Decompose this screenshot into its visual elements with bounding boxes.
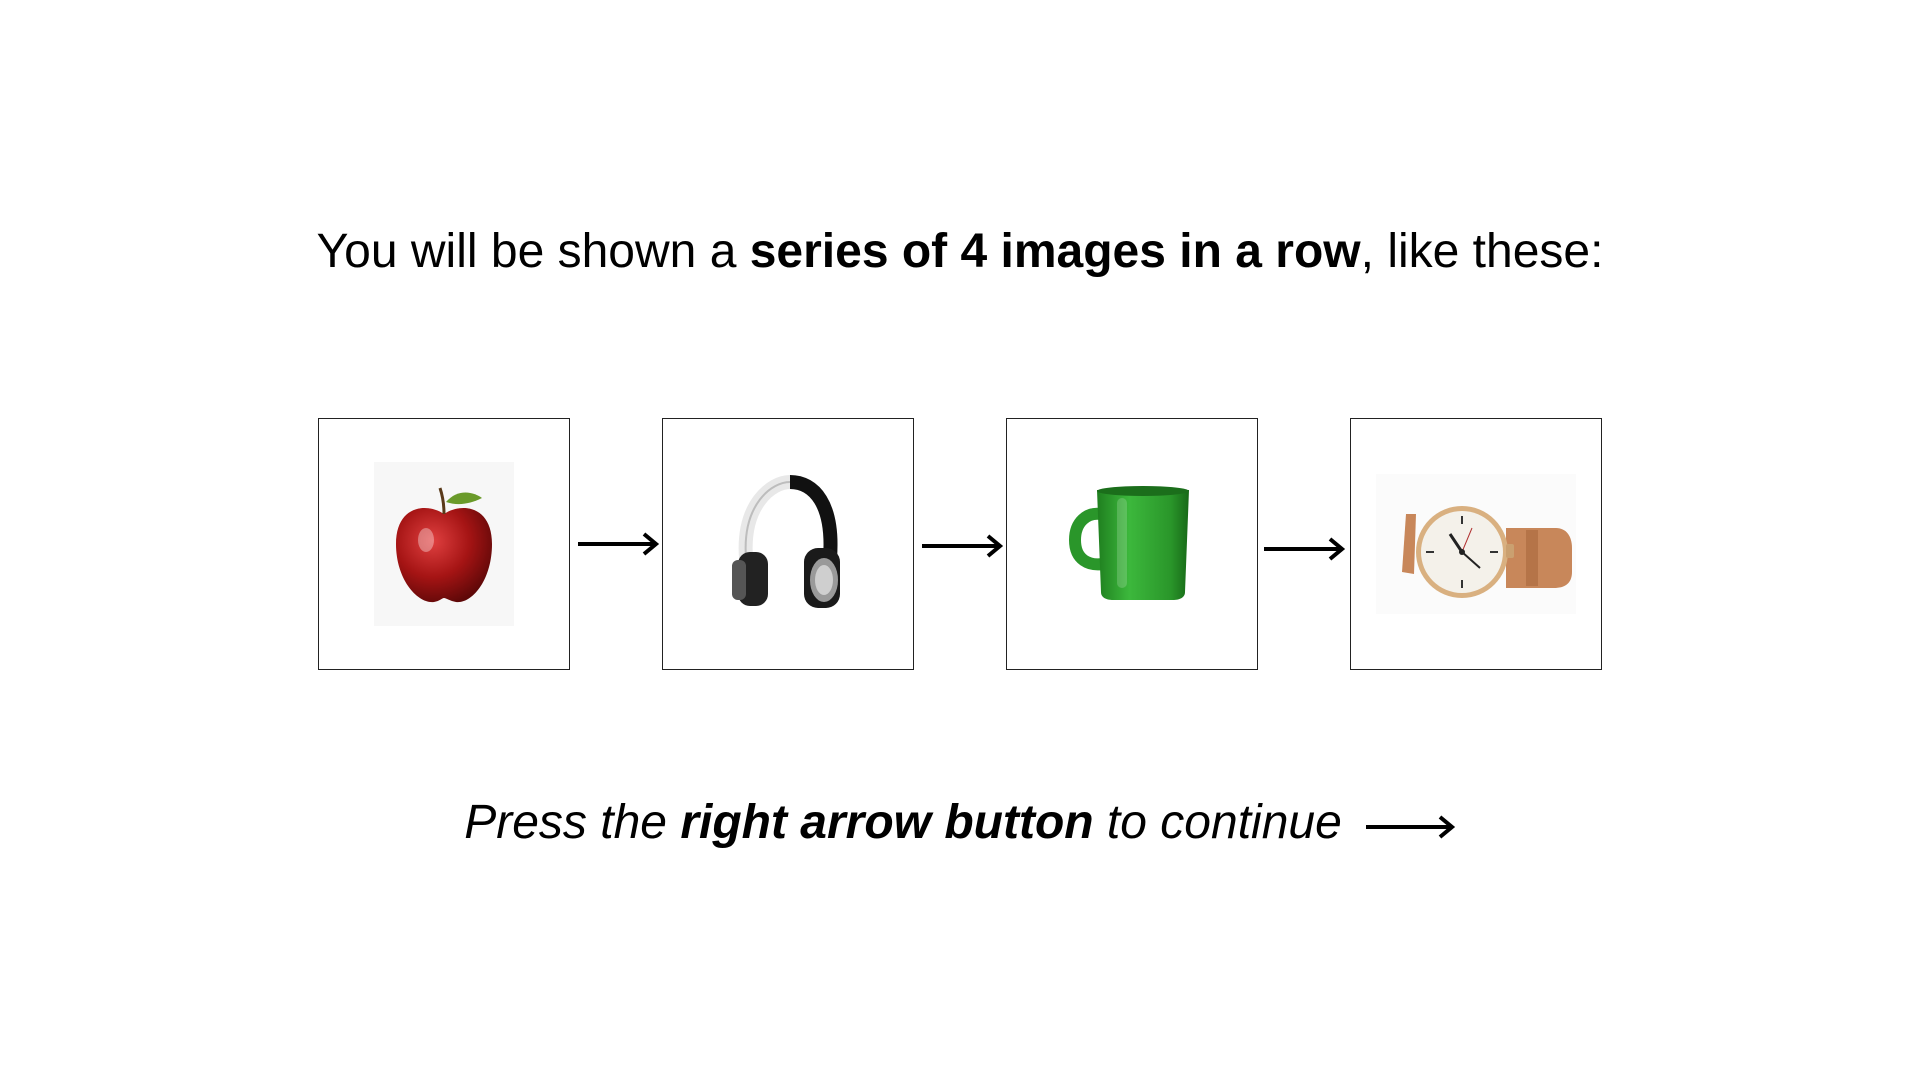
image-frame-watch (1350, 418, 1602, 670)
instruction-screen: You will be shown a series of 4 images i… (0, 0, 1920, 1080)
footer-prefix: Press the (464, 796, 681, 849)
watch-icon (1376, 474, 1576, 614)
footer-emphasis: right arrow button (680, 796, 1094, 849)
right-arrow-icon (578, 532, 660, 556)
image-frame-headphones (662, 418, 914, 670)
headline-suffix: , like these: (1360, 225, 1604, 278)
mug-icon (1068, 486, 1189, 600)
image-frame-mug (1006, 418, 1258, 670)
headphones-icon (732, 474, 840, 608)
right-arrow-icon (922, 534, 1004, 558)
apple-icon (374, 462, 514, 626)
headline-prefix: You will be shown a (316, 225, 750, 278)
continue-instruction: Press the right arrow button to continue (0, 793, 1920, 853)
instruction-headline: You will be shown a series of 4 images i… (0, 222, 1920, 282)
right-arrow-icon (1365, 815, 1455, 839)
footer-suffix: to continue (1093, 796, 1342, 849)
right-arrow-icon (1264, 537, 1346, 561)
image-frame-apple (318, 418, 570, 670)
headline-emphasis: series of 4 images in a row (749, 225, 1361, 278)
